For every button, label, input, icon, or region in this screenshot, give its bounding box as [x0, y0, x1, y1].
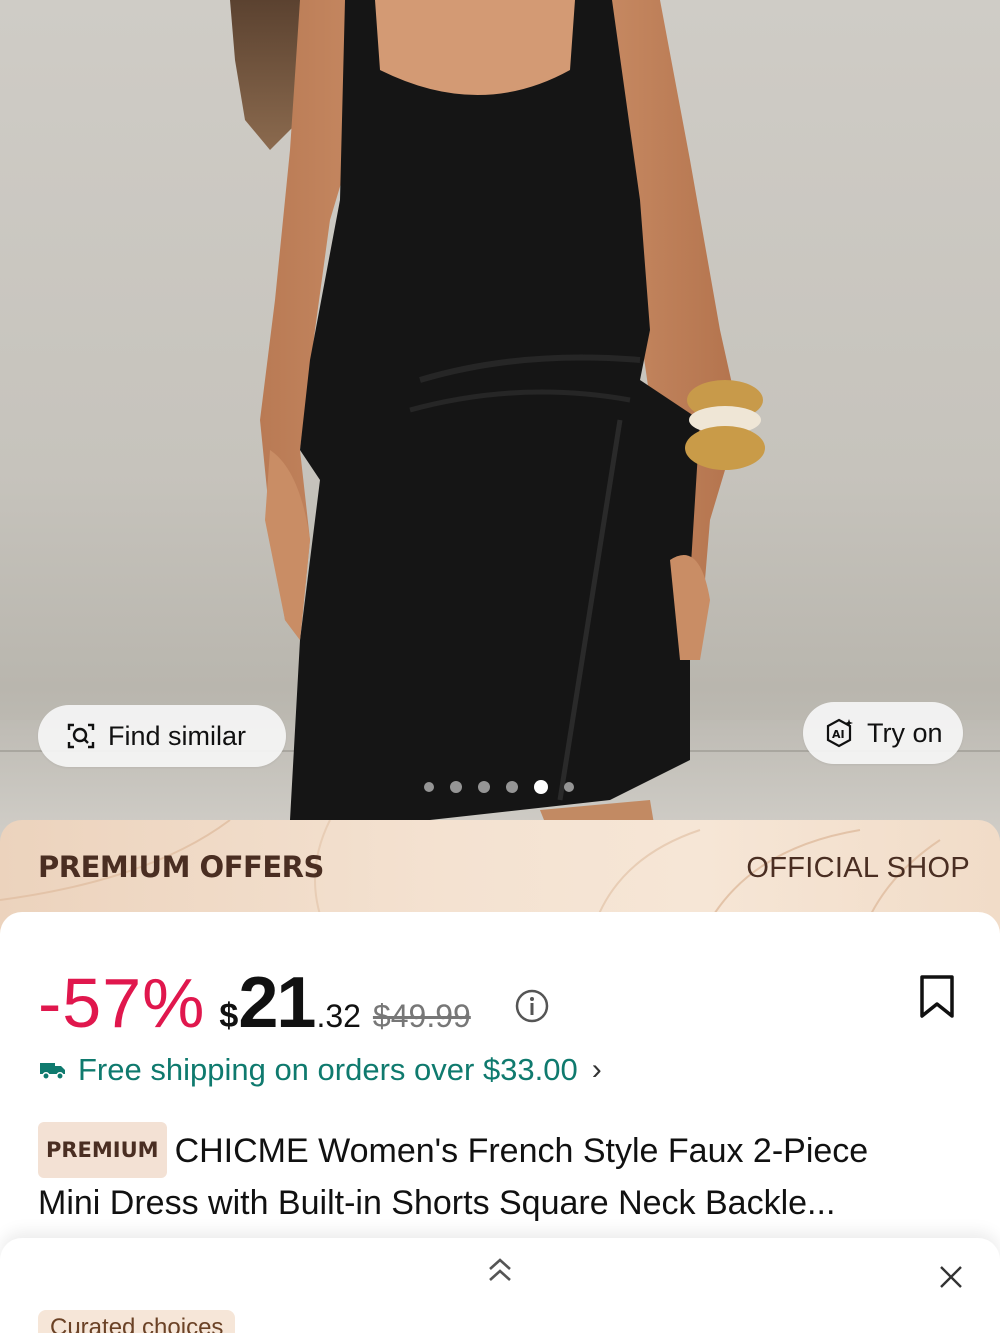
carousel-dot-active [534, 780, 548, 794]
carousel-dot [506, 781, 518, 793]
price-row: -57% $ 21 .32 $49.99 [38, 962, 471, 1044]
carousel-indicator [424, 780, 574, 794]
price-currency: $ [219, 997, 239, 1035]
carousel-dot [478, 781, 490, 793]
find-similar-label: Find similar [108, 720, 247, 751]
product-image-carousel[interactable]: Find similar AI Try on [0, 0, 1000, 860]
ai-try-on-icon: AI [826, 718, 853, 748]
price-integer: 21 [238, 963, 316, 1043]
carousel-dot [450, 781, 462, 793]
try-on-label: Try on [867, 717, 943, 748]
try-on-button[interactable]: AI Try on [803, 702, 963, 764]
title-line-2: Mini Dress with Built-in Shorts Square N… [38, 1184, 836, 1222]
original-price: $49.99 [372, 998, 471, 1034]
bookmark-icon[interactable] [918, 974, 956, 1020]
curated-choices-label: Curated choices [50, 1314, 224, 1333]
price-decimal: .32 [316, 998, 361, 1034]
shipping-text: Free shipping on orders over $33.00 [78, 1052, 578, 1087]
carousel-dot [564, 782, 574, 792]
truck-icon [40, 1063, 65, 1080]
double-chevron-up-icon[interactable] [486, 1254, 514, 1286]
discount-percent: -57% [38, 964, 206, 1042]
find-similar-button[interactable]: Find similar [38, 705, 286, 767]
official-shop-title: OFFICIAL SHOP [746, 852, 970, 884]
curated-choices-tag: Curated choices [38, 1310, 236, 1333]
carousel-dot [424, 782, 434, 792]
premium-badge: PREMIUM [38, 1122, 167, 1178]
info-icon[interactable] [514, 988, 550, 1024]
free-shipping-link[interactable]: Free shipping on orders over $33.00 › [38, 1052, 602, 1088]
close-icon[interactable] [938, 1264, 964, 1290]
find-similar-icon [67, 723, 95, 749]
recommendations-sheet[interactable]: Curated choices [0, 1238, 1000, 1333]
title-line-1: CHICME Women's French Style Faux 2-Piece [174, 1132, 869, 1170]
chevron-right-icon: › [591, 1053, 602, 1086]
ai-badge-text: AI [832, 728, 845, 741]
product-title[interactable]: PREMIUM CHICME Women's French Style Faux … [38, 1122, 968, 1228]
premium-offers-title: PREMIUM OFFERS [38, 850, 324, 884]
